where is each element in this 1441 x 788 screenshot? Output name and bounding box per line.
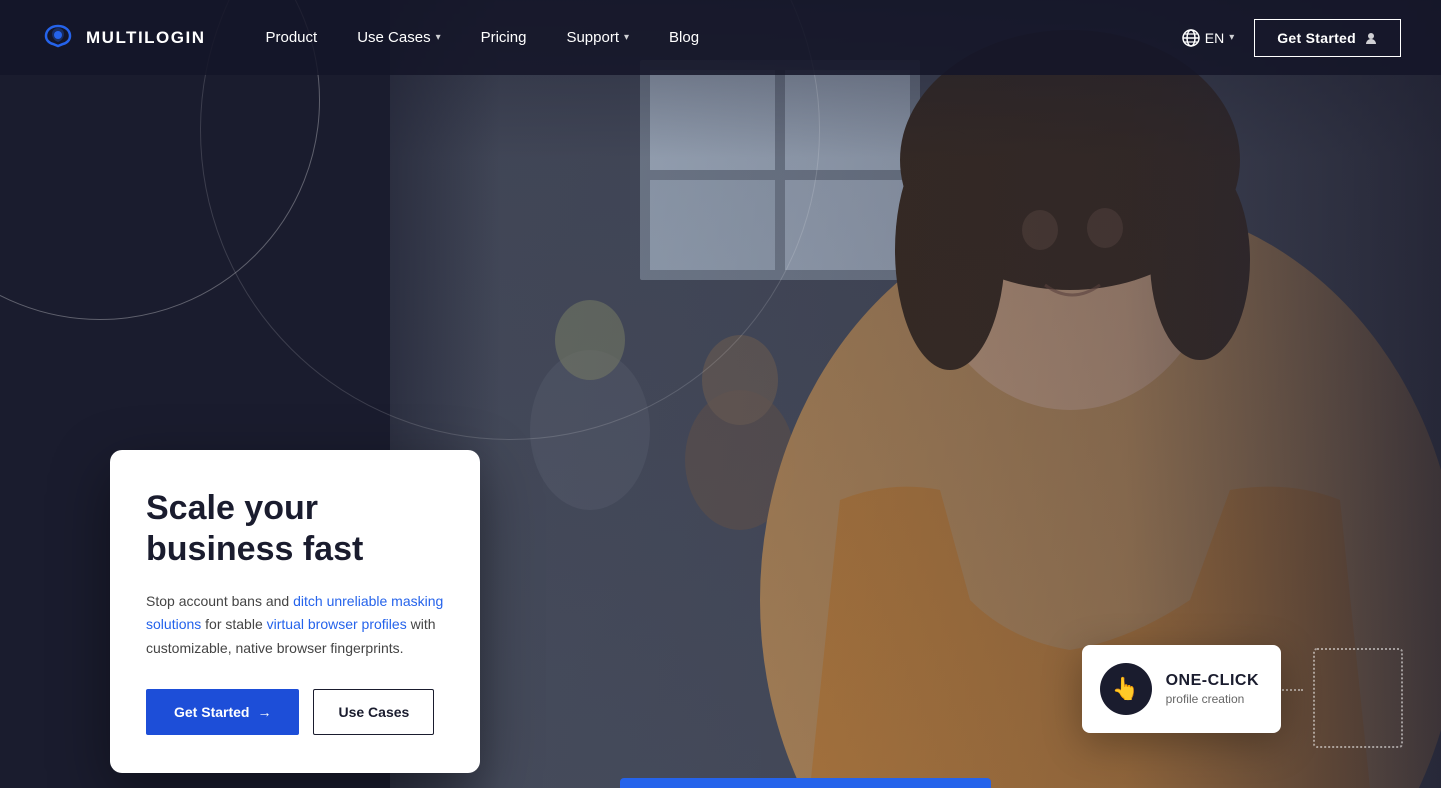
nav-get-started-button[interactable]: Get Started [1254, 19, 1401, 57]
nav-product[interactable]: Product [266, 29, 318, 46]
hero-buttons: Get Started → Use Cases [146, 689, 444, 735]
dotted-box-decoration [1313, 648, 1403, 748]
blue-bar-decoration [620, 778, 991, 788]
hero-card: Scale your business fast Stop account ba… [110, 450, 480, 773]
one-click-text-area: ONE-CLICK profile creation [1166, 672, 1259, 706]
logo-icon [40, 20, 76, 56]
logo-text: MULTILOGIN [86, 28, 206, 48]
arrow-icon: → [257, 704, 271, 720]
navbar: MULTILOGIN Product Use Cases ▾ Pricing S… [0, 0, 1441, 75]
one-click-icon: 👆 [1100, 663, 1152, 715]
nav-pricing[interactable]: Pricing [481, 29, 527, 46]
nav-use-cases[interactable]: Use Cases ▾ [357, 29, 440, 46]
hero-title: Scale your business fast [146, 488, 444, 570]
globe-icon [1182, 29, 1200, 47]
hero-description: Stop account bans and ditch unreliable m… [146, 590, 444, 661]
language-chevron: ▾ [1229, 32, 1234, 43]
use-cases-chevron: ▾ [436, 32, 441, 43]
language-label: EN [1205, 30, 1224, 46]
language-selector[interactable]: EN ▾ [1182, 29, 1234, 47]
one-click-subtitle: profile creation [1166, 692, 1259, 706]
nav-links: Product Use Cases ▾ Pricing Support ▾ Bl… [266, 29, 1182, 46]
nav-right: EN ▾ Get Started [1182, 19, 1401, 57]
one-click-title: ONE-CLICK [1166, 672, 1259, 690]
logo-area[interactable]: MULTILOGIN [40, 20, 206, 56]
support-chevron: ▾ [624, 32, 629, 43]
hero-get-started-button[interactable]: Get Started → [146, 689, 299, 735]
user-icon [1364, 31, 1378, 45]
nav-support[interactable]: Support ▾ [566, 29, 629, 46]
one-click-badge: 👆 ONE-CLICK profile creation [1082, 645, 1281, 733]
nav-blog[interactable]: Blog [669, 29, 699, 46]
hero-use-cases-button[interactable]: Use Cases [313, 689, 434, 735]
